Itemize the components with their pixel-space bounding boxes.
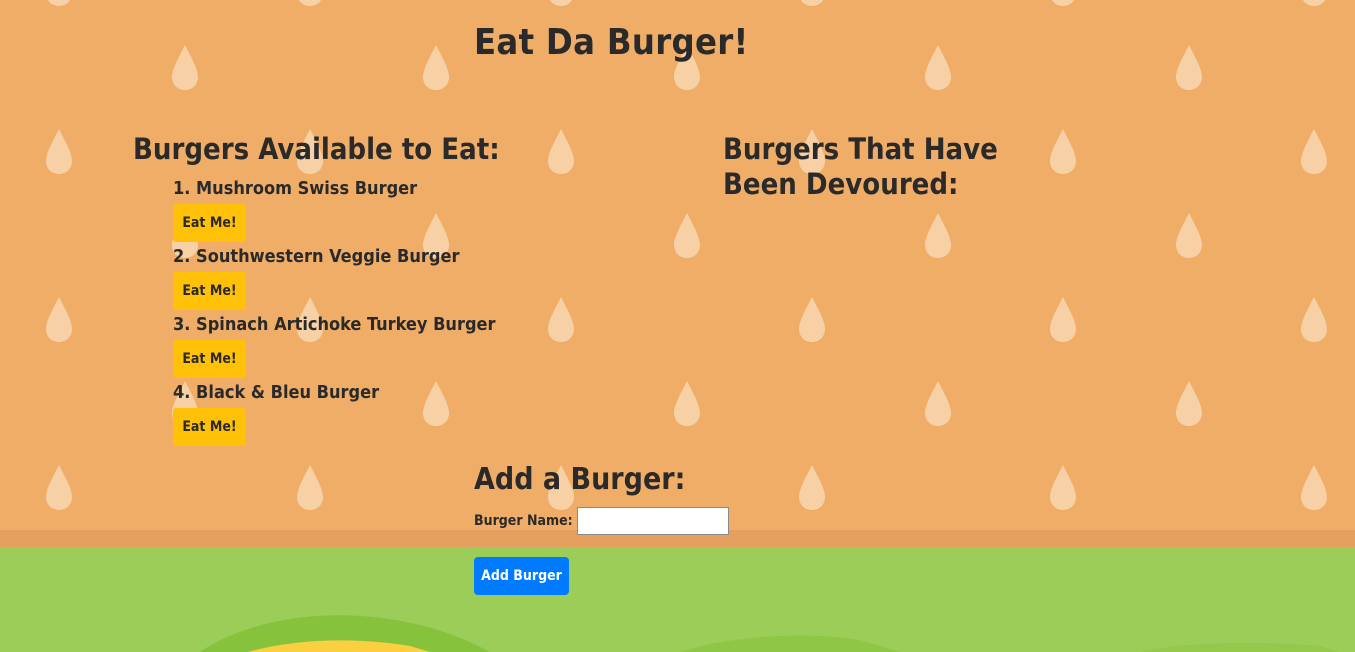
page-content: Eat Da Burger! Burgers Available to Eat:… (0, 0, 1355, 652)
devoured-burgers-section: Burgers That Have Been Devoured: (723, 132, 1023, 202)
burger-name-label: Burger Name: (474, 513, 573, 529)
available-burgers-heading: Burgers Available to Eat: (133, 132, 500, 166)
page-title: Eat Da Burger! (474, 22, 749, 63)
burger-item: 4. Black & Bleu Burger Eat Me! (173, 371, 553, 446)
add-burger-button[interactable]: Add Burger (474, 557, 569, 595)
burger-name-input[interactable] (576, 507, 729, 535)
burger-name: 3. Spinach Artichoke Turkey Burger (173, 314, 496, 335)
burger-item: 1. Mushroom Swiss Burger Eat Me! (173, 167, 553, 242)
burger-name: 1. Mushroom Swiss Burger (173, 178, 418, 199)
devoured-burgers-heading: Burgers That Have Been Devoured: (723, 132, 998, 201)
eat-me-button[interactable]: Eat Me! (173, 408, 246, 446)
available-burgers-section: Burgers Available to Eat: 1. Mushroom Sw… (133, 132, 553, 446)
burger-item: 3. Spinach Artichoke Turkey Burger Eat M… (173, 303, 553, 378)
available-burgers-list: 1. Mushroom Swiss Burger Eat Me! 2. Sout… (133, 167, 553, 446)
burger-name: 2. Southwestern Veggie Burger (173, 246, 460, 267)
burger-name: 4. Black & Bleu Burger (173, 382, 380, 403)
burger-name-row: Burger Name: (474, 506, 729, 536)
burger-item: 2. Southwestern Veggie Burger Eat Me! (173, 235, 553, 310)
add-burger-form: Add a Burger: Burger Name: Add Burger (474, 462, 729, 595)
add-burger-heading: Add a Burger: (474, 462, 686, 497)
